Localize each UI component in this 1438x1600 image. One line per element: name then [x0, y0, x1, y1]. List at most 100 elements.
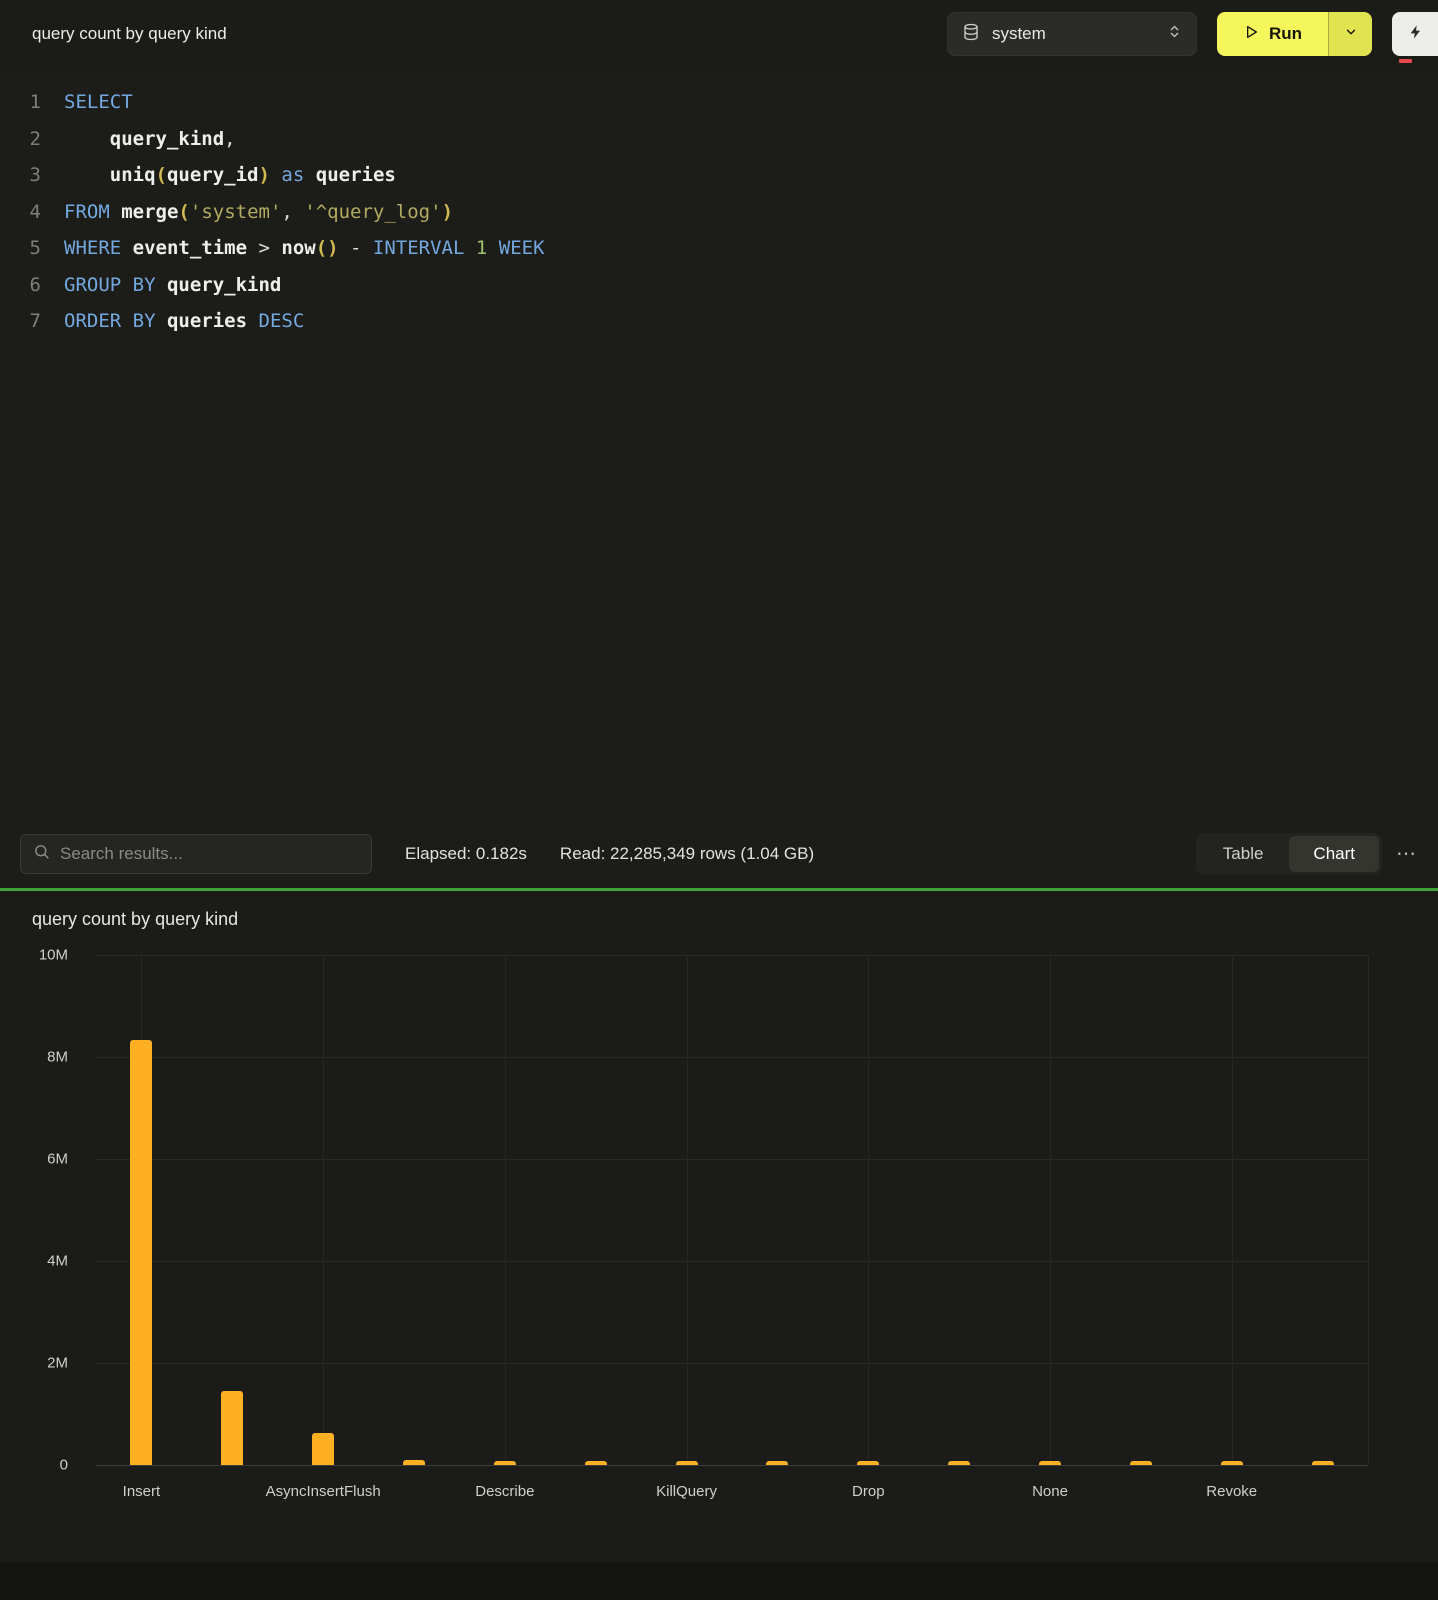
code-text: query_kind, — [64, 121, 236, 158]
run-button-label: Run — [1269, 24, 1302, 44]
y-axis-label: 10M — [39, 947, 68, 964]
x-axis-label: Drop — [852, 1483, 885, 1500]
y-axis-label: 2M — [47, 1355, 68, 1372]
code-token: queries — [167, 310, 247, 332]
code-token: as — [281, 164, 304, 186]
code-text: ORDER BY queries DESC — [64, 303, 304, 340]
bolt-icon — [1408, 24, 1424, 45]
code-text: FROM merge('system', '^query_log') — [64, 194, 453, 231]
run-options-button[interactable] — [1328, 12, 1372, 56]
code-token: event_time — [133, 237, 247, 259]
chart-bar — [403, 1460, 425, 1465]
code-text: SELECT — [64, 84, 133, 121]
code-token: , — [224, 128, 235, 150]
gridline-vertical — [505, 955, 506, 1465]
scrollbar-error-marker — [1399, 59, 1412, 63]
elapsed-stat: Elapsed: 0.182s — [405, 844, 527, 864]
sql-editor[interactable]: 1SELECT2 query_kind,3 uniq(query_id) as … — [0, 68, 1438, 820]
code-token: query_id — [167, 164, 259, 186]
code-token: queries — [316, 164, 396, 186]
x-axis-label: Insert — [123, 1483, 161, 1500]
code-token — [304, 164, 315, 186]
line-number: 7 — [0, 303, 41, 340]
code-token: query_kind — [110, 128, 224, 150]
gridline-vertical — [868, 955, 869, 1465]
y-axis: 02M4M6M8M10M — [0, 955, 84, 1465]
code-token: INTERVAL — [373, 237, 465, 259]
code-token — [487, 237, 498, 259]
chart-bar — [585, 1461, 607, 1465]
tab-chart[interactable]: Chart — [1289, 836, 1379, 872]
x-axis: InsertAsyncInsertFlushDescribeKillQueryD… — [96, 1483, 1368, 1507]
code-token: 'system' — [190, 201, 282, 223]
code-text: WHERE event_time > now() - INTERVAL 1 WE… — [64, 230, 545, 267]
search-results-box[interactable] — [20, 834, 372, 874]
chart-bar — [857, 1461, 879, 1465]
x-axis-label: AsyncInsertFlush — [266, 1483, 381, 1500]
chevron-down-icon — [1344, 25, 1358, 44]
code-token — [110, 201, 121, 223]
code-token — [464, 237, 475, 259]
chart-bar — [221, 1391, 243, 1465]
chart-title: query count by query kind — [32, 909, 238, 930]
y-axis-label: 8M — [47, 1049, 68, 1066]
database-icon — [962, 23, 980, 46]
gridline-horizontal — [96, 1363, 1368, 1364]
line-number: 2 — [0, 121, 41, 158]
chart-panel: query count by query kind 0 2M 4M 6M 8M 10M I… — [0, 891, 1438, 1562]
y-axis-label: 0 — [60, 1457, 68, 1474]
chart-plot-area — [96, 955, 1368, 1465]
x-axis-label: Revoke — [1206, 1483, 1257, 1500]
query-title: query count by query kind — [32, 24, 227, 44]
gridline-vertical — [1050, 955, 1051, 1465]
run-split-button: Run — [1217, 12, 1372, 56]
code-token — [247, 310, 258, 332]
code-token: WHERE — [64, 237, 121, 259]
partial-right-button[interactable] — [1392, 12, 1438, 56]
more-options-button[interactable]: ⋯ — [1396, 844, 1418, 864]
plot-right-border — [1368, 955, 1369, 1465]
code-token — [156, 274, 167, 296]
code-token: query_kind — [167, 274, 281, 296]
gridline-horizontal — [96, 955, 1368, 956]
y-axis-label: 6M — [47, 1151, 68, 1168]
search-results-input[interactable] — [60, 844, 359, 864]
y-axis-label: 4M — [47, 1253, 68, 1270]
read-stat: Read: 22,285,349 rows (1.04 GB) — [560, 844, 814, 864]
run-button[interactable]: Run — [1217, 12, 1328, 56]
code-token: FROM — [64, 201, 110, 223]
code-text: GROUP BY query_kind — [64, 267, 281, 304]
line-number: 1 — [0, 84, 41, 121]
code-token: - — [339, 237, 373, 259]
gridline-vertical — [687, 955, 688, 1465]
editor-lines: 1SELECT2 query_kind,3 uniq(query_id) as … — [0, 84, 1438, 340]
chart-bar — [676, 1461, 698, 1465]
chart-bar — [766, 1461, 788, 1465]
code-line: 7 ORDER BY queries DESC — [0, 303, 1438, 340]
code-token — [121, 237, 132, 259]
search-icon — [33, 843, 50, 865]
code-token — [64, 128, 110, 150]
code-token: > — [247, 237, 281, 259]
chart-bar — [1039, 1461, 1061, 1465]
code-token: ) — [442, 201, 453, 223]
code-token: ) — [259, 164, 270, 186]
x-axis-label: None — [1032, 1483, 1068, 1500]
tab-table[interactable]: Table — [1199, 836, 1288, 872]
code-token: ( — [178, 201, 189, 223]
code-token: GROUP BY — [64, 274, 156, 296]
code-line: 4FROM merge('system', '^query_log') — [0, 194, 1438, 231]
chart-bar — [494, 1461, 516, 1465]
code-token: merge — [121, 201, 178, 223]
code-token — [270, 164, 281, 186]
code-token: ORDER BY — [64, 310, 156, 332]
chart-bar — [1312, 1461, 1334, 1465]
database-selector[interactable]: system — [947, 12, 1197, 56]
view-toggle: Table Chart — [1196, 833, 1382, 875]
code-token: SELECT — [64, 91, 133, 113]
code-token — [64, 164, 110, 186]
chart-bar — [948, 1461, 970, 1465]
code-token: () — [316, 237, 339, 259]
results-toolbar: Elapsed: 0.182s Read: 22,285,349 rows (1… — [0, 820, 1438, 888]
code-token: WEEK — [499, 237, 545, 259]
